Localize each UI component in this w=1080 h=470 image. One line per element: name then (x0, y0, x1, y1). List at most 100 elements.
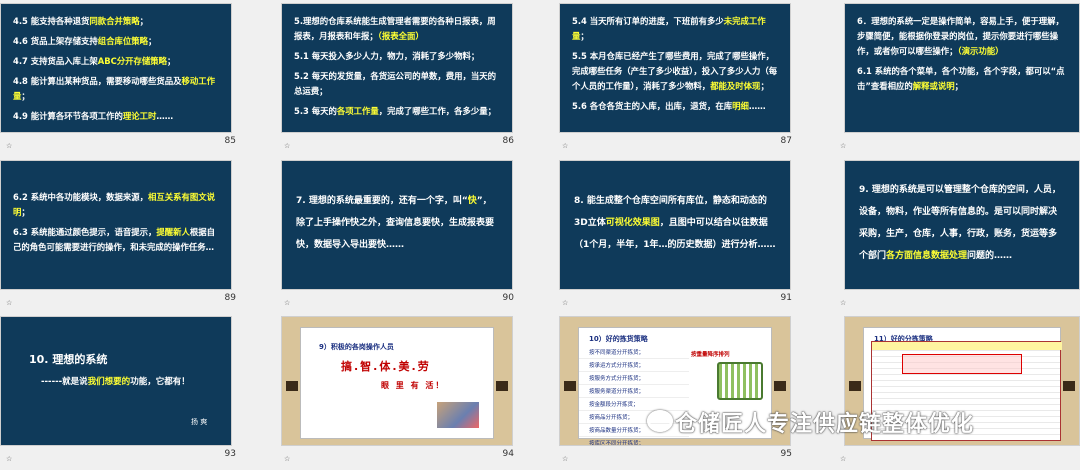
slide-body: 5.4 当天所有订单的进度，下班前有多少未完成工作量； 5.5 本月仓库已经产生了… (560, 4, 790, 129)
list-item: 按库区不同分开拣货； (579, 437, 689, 445)
slide-transition-icon: ☆ (840, 455, 847, 463)
slide-paragraph: 9. 理想的系统是可以管理整个仓库的空间，人员，设备，物料，作业等所有信息的。是… (859, 179, 1065, 267)
slide-preview: 5.理想的仓库系统能生成管理者需要的各种日报表，周报表，月报表和年报；（报表全面… (281, 3, 513, 133)
nav-tab (496, 381, 508, 391)
slide-paragraph: 6.2 系统中各功能模块，数据来源，相互关系有图文说明； (13, 190, 219, 220)
slide-paragraph: 4.8 能计算出某种货品，需要移动哪些货品及移动工作量； (13, 74, 219, 104)
slide-preview: 10. 理想的系统 ------就是说我们想要的功能，它都有！ 扬 爽 (0, 316, 232, 446)
highlight-text: 提醒新人 (156, 227, 190, 237)
slide-body: 9. 理想的系统是可以管理整个仓库的空间，人员，设备，物料，作业等所有信息的。是… (845, 161, 1079, 289)
shopping-cart-icon (717, 362, 763, 400)
wechat-logo-icon (647, 410, 673, 432)
slide-text: 9. 理想的系统是可以管理整个仓库的空间，人员，设备，物料，作业等所有信息的。是… (859, 184, 1061, 261)
slide-text: 5.3 每天的 (294, 106, 337, 116)
list-item: 按承运方式分开拣货； (579, 359, 689, 372)
slide-thumbnail[interactable]: 4.5 能支持各种退货同款合并策略； 4.6 货品上架存储支持组合库位策略； 4.7… (0, 0, 270, 156)
slide-paragraph: 6．理想的系统一定是操作简单，容易上手，便于理解，步骤简便，能根据你登录的岗位，… (857, 14, 1067, 59)
slide-text: ； (760, 81, 769, 91)
slogan-text: 眼 里 有 活！ (381, 381, 446, 390)
slide-paragraph: 8. 能生成整个仓库空间所有库位，静态和动态的3D立体可视化效果图，且图中可以结… (574, 190, 776, 256)
slide-transition-icon: ☆ (284, 299, 291, 307)
slide-number: 85 (224, 136, 236, 146)
slide-title: 9）积极的各岗操作人员 (319, 343, 394, 351)
highlight-text: 各方面信息数据处理 (886, 250, 968, 261)
slide-text: 5.6 各仓各货主的入库，出库，退货，在库 (572, 101, 733, 111)
slide-thumbnail[interactable]: 5.理想的仓库系统能生成管理者需要的各种日报表，周报表，月报表和年报；（报表全面… (278, 0, 548, 156)
slide-paragraph: 4.6 货品上架存储支持组合库位策略； (13, 34, 219, 49)
slide-paragraph: 6.1 系统的各个菜单，各个功能，各个字段，都可以“点击”查看相应的解释或说明； (857, 64, 1067, 94)
slide-thumbnail[interactable]: 11）好的分拣策略96☆ (834, 313, 1080, 469)
highlight-text: （演示功能） (957, 46, 1004, 56)
slide-transition-icon: ☆ (840, 299, 847, 307)
watermark-text: 仓储匠人专注供应链整体优化 (675, 412, 975, 437)
highlight-text: （报表全面） (377, 31, 424, 41)
slide-number: 95 (780, 449, 792, 459)
highlight-text: 各项工作量 (336, 106, 379, 116)
slide-paragraph: 5.6 各仓各货主的入库，出库，退货，在库明细…… (572, 99, 778, 114)
slide-text: 6.2 系统中各功能模块，数据来源， (13, 192, 149, 202)
slide-title: 10）好的拣货策略 (589, 335, 648, 343)
slide-thumbnail[interactable]: 9）积极的各岗操作人员搞.智.体.美.劳眼 里 有 活！ 94 ☆ (278, 313, 548, 469)
slide-thumbnail[interactable]: 10. 理想的系统 ------就是说我们想要的功能，它都有！ 扬 爽 93 ☆ (0, 313, 270, 469)
slide-number: 94 (502, 449, 514, 459)
slide-number: 90 (502, 293, 514, 303)
slide-text: ； (21, 207, 30, 217)
slide-thumbnail[interactable]: 9. 理想的系统是可以管理整个仓库的空间，人员，设备，物料，作业等所有信息的。是… (834, 157, 1080, 313)
slogan-text: 搞.智.体.美.劳 (341, 360, 431, 373)
list-item: 按商品数量分开拣货； (579, 424, 689, 437)
slide-text: 4.5 能支持各种退货 (13, 16, 90, 26)
slide-thumbnail[interactable]: 8. 能生成整个仓库空间所有库位，静态和动态的3D立体可视化效果图，且图中可以结… (556, 157, 826, 313)
slide-body: 8. 能生成整个仓库空间所有库位，静态和动态的3D立体可视化效果图，且图中可以结… (560, 161, 790, 289)
slide-number: 86 (502, 136, 514, 146)
slide-transition-icon: ☆ (6, 299, 13, 307)
nav-tab (286, 381, 298, 391)
slide-sorter-grid: 4.5 能支持各种退货同款合并策略； 4.6 货品上架存储支持组合库位策略； 4.7… (0, 0, 1080, 470)
highlight-text: 可视化效果图 (605, 217, 660, 228)
nav-tab (1063, 381, 1075, 391)
slide-transition-icon: ☆ (6, 455, 13, 463)
slide-paragraph: 4.9 能计算各环节各项工作的理论工时…… (13, 109, 219, 124)
slide-thumbnail[interactable]: 6.2 系统中各功能模块，数据来源，相互关系有图文说明； 6.3 系统能通过颜色提… (0, 157, 270, 313)
slide-text: 问题的…… (967, 250, 1013, 261)
slide-thumbnail[interactable]: 5.4 当天所有订单的进度，下班前有多少未完成工作量； 5.5 本月仓库已经产生了… (556, 0, 826, 156)
slide-transition-icon: ☆ (284, 455, 291, 463)
slide-text: 7. 理想的系统最重要的，还有一个字，叫“ (296, 195, 468, 206)
highlight-text: 我们想要的 (87, 377, 131, 387)
slide-paragraph: 5.1 每天投入多少人力，物力，消耗了多少物料； (294, 49, 500, 64)
list-item: 按服务渠道分开拣货； (579, 385, 689, 398)
slide-transition-icon: ☆ (284, 142, 291, 150)
slide-number: 91 (780, 293, 792, 303)
slide-preview: 6.2 系统中各功能模块，数据来源，相互关系有图文说明； 6.3 系统能通过颜色提… (0, 160, 232, 290)
slide-text: 5.4 当天所有订单的进度，下班前有多少 (572, 16, 724, 26)
slide-paragraph: ------就是说我们想要的功能，它都有！ (41, 375, 190, 387)
slide-number: 87 (780, 136, 792, 146)
slide-title: 10. 理想的系统 (29, 353, 108, 366)
nav-tab (564, 381, 576, 391)
highlighted-region (902, 354, 1022, 374)
slide-preview: 6．理想的系统一定是操作简单，容易上手，便于理解，步骤简便，能根据你登录的岗位，… (844, 3, 1080, 133)
slide-thumbnail[interactable]: 10）好的拣货策略 按不同渠道分开拣货； 按承运方式分开拣货； 按服务方式分开拣货；按… (556, 313, 826, 469)
slide-text: ； (139, 16, 149, 26)
slide-text: ； (167, 56, 176, 66)
slide-preview: 9. 理想的系统是可以管理整个仓库的空间，人员，设备，物料，作业等所有信息的。是… (844, 160, 1080, 290)
slide-text: ------就是说 (41, 377, 88, 387)
slide-preview: 5.4 当天所有订单的进度，下班前有多少未完成工作量； 5.5 本月仓库已经产生了… (559, 3, 791, 133)
slide-paragraph: 4.5 能支持各种退货同款合并策略； (13, 14, 219, 29)
highlight-text: 解释或说明 (912, 81, 955, 91)
slide-text: 4.9 能计算各环节各项工作的 (13, 111, 123, 121)
slide-paragraph: 5.5 本月仓库已经产生了哪些费用，完成了哪些操作，完成哪些任务（产生了多少收益… (572, 49, 778, 94)
slide-paragraph: 5.2 每天的发货量，各货运公司的单数，费用，当天的总运费； (294, 69, 500, 99)
slide-body: 4.5 能支持各种退货同款合并策略； 4.6 货品上架存储支持组合库位策略； 4.7… (1, 4, 231, 132)
slide-thumbnail[interactable]: 7. 理想的系统最重要的，还有一个字，叫“快”，除了上手操作快之外，查询信息要快… (278, 157, 548, 313)
slide-preview: 8. 能生成整个仓库空间所有库位，静态和动态的3D立体可视化效果图，且图中可以结… (559, 160, 791, 290)
slide-text: ，完成了哪些工作，各多少量； (378, 106, 497, 116)
slide-number: 93 (224, 449, 236, 459)
slide-text: 6.3 系统能通过颜色提示，语音提示， (13, 227, 157, 237)
highlight-text: ABC分开存储策略 (97, 56, 168, 66)
slide-text: …… (748, 101, 766, 111)
slide-paragraph: 5.理想的仓库系统能生成管理者需要的各种日报表，周报表，月报表和年报；（报表全面… (294, 14, 500, 44)
slide-text: 4.7 支持货品入库上架 (13, 56, 98, 66)
slide-text: 4.6 货品上架存储支持 (13, 36, 98, 46)
list-item: 按服务方式分开拣货； (579, 372, 689, 385)
slide-thumbnail[interactable]: 6．理想的系统一定是操作简单，容易上手，便于理解，步骤简便，能根据你登录的岗位，… (834, 0, 1080, 156)
